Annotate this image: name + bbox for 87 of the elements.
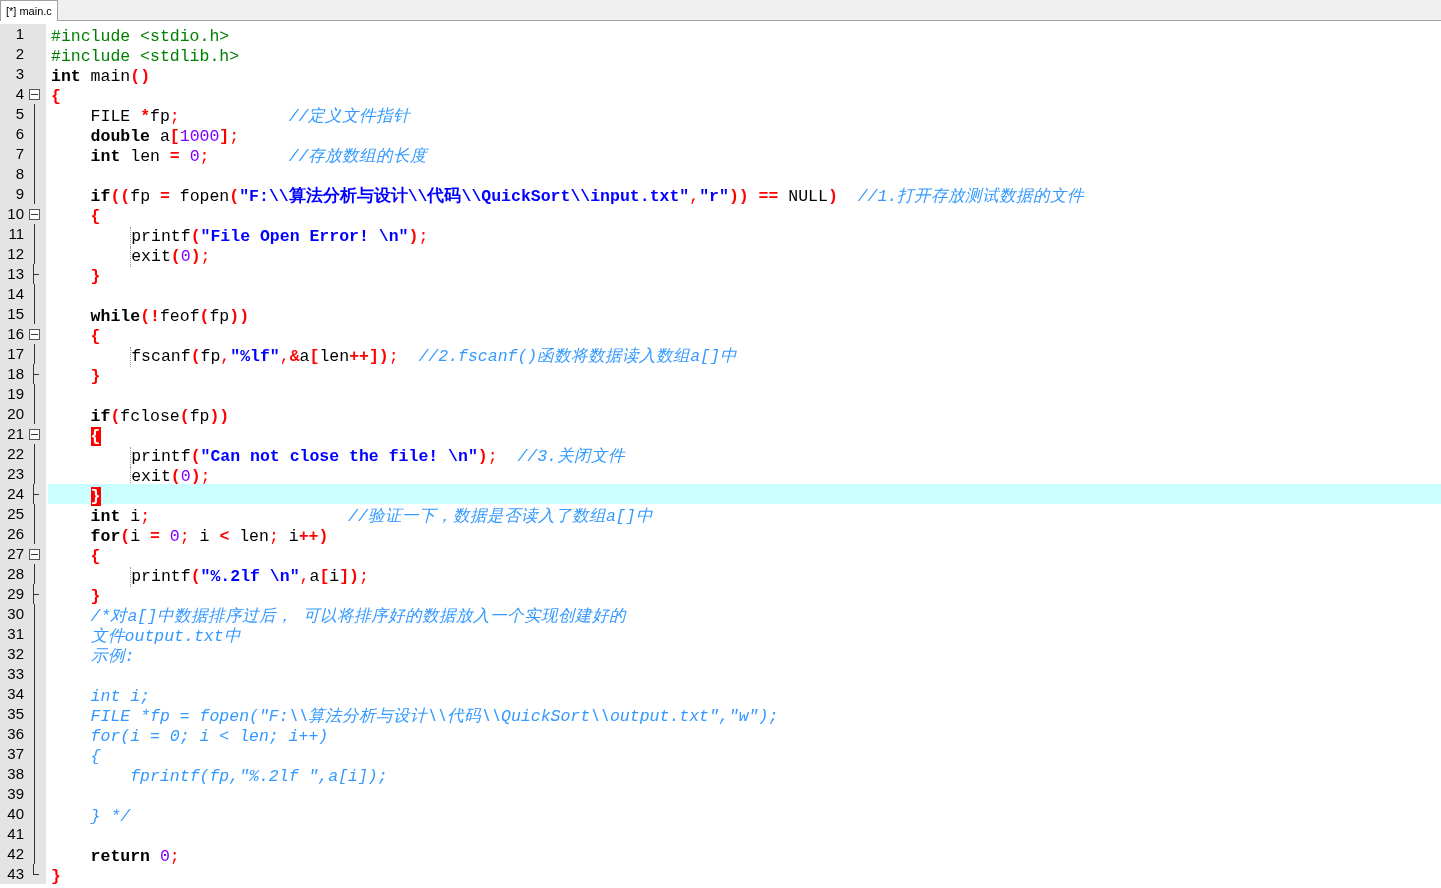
code-line: { xyxy=(90,747,101,767)
line-number: 8 xyxy=(14,164,24,184)
code-line: int len = 0; //存放数组的长度 xyxy=(90,147,428,167)
code-line: printf("Can not close the file! \n"); //3.关闭文件 xyxy=(131,447,626,467)
line-number: 5 xyxy=(14,104,24,124)
code-line: } xyxy=(51,867,61,887)
line-number: 7 xyxy=(14,144,24,164)
line-number: 11 xyxy=(7,224,24,244)
line-number: 24 xyxy=(6,484,24,504)
fold-line xyxy=(33,564,35,584)
code-line: } xyxy=(90,367,101,387)
line-number: 20 xyxy=(6,404,24,424)
line-number: 43 xyxy=(6,864,24,884)
line-number: 35 xyxy=(6,704,24,724)
line-number: 23 xyxy=(6,464,24,484)
line-number: 37 xyxy=(6,744,24,764)
code-line: while(!feof(fp)) xyxy=(90,307,250,327)
line-number: 40 xyxy=(6,804,24,824)
code-line: { xyxy=(90,327,101,347)
line-number: 19 xyxy=(6,384,24,404)
fold-minus-icon[interactable] xyxy=(28,329,40,340)
line-number: 36 xyxy=(6,724,24,744)
code-line: 示例: xyxy=(90,647,135,667)
line-number: 6 xyxy=(14,124,24,144)
fold-minus-icon[interactable] xyxy=(28,89,40,100)
code-line: fprintf(fp,"%.2lf ",a[i]); xyxy=(130,767,388,787)
line-number: 15 xyxy=(6,304,24,324)
line-number: 16 xyxy=(6,324,24,344)
line-number: 22 xyxy=(6,444,24,464)
line-number: 31 xyxy=(6,624,24,644)
code-line: #include <stdlib.h> xyxy=(51,47,240,67)
line-number: 13 xyxy=(6,264,24,284)
code-line: } xyxy=(90,267,101,287)
line-number: 38 xyxy=(6,764,24,784)
line-number: 30 xyxy=(6,604,24,624)
code-line: if(fclose(fp)) xyxy=(90,407,230,427)
code-line: } xyxy=(90,587,101,607)
fold-minus-icon[interactable] xyxy=(28,209,40,220)
code-line: int i; //验证一下，数据是否读入了数组a[]中 xyxy=(90,507,653,527)
line-number: 25 xyxy=(6,504,24,524)
code-line: FILE *fp = fopen("F:\\算法分析与设计\\代码\\QuickSort\\output.txt","w"); xyxy=(90,707,779,727)
line-number: 12 xyxy=(6,244,24,264)
code-line: fscanf(fp,"%lf",&a[len++]); //2.fscanf()函数将数据读入数组a[]中 xyxy=(131,347,737,367)
line-number: 32 xyxy=(6,644,24,664)
code-line: int main() xyxy=(51,67,151,87)
line-number: 27 xyxy=(6,544,24,564)
line-number: 18 xyxy=(6,364,24,384)
code-line: FILE *fp; //定义文件指针 xyxy=(90,107,411,127)
line-number: 4 xyxy=(14,84,24,104)
line-number: 14 xyxy=(6,284,24,304)
code-line: exit(0); xyxy=(131,467,211,487)
code-line: int i; xyxy=(90,687,151,707)
code-line: { xyxy=(51,87,61,107)
fold-minus-icon[interactable] xyxy=(28,549,40,560)
fold-line xyxy=(33,344,35,364)
code-line: { xyxy=(90,547,101,567)
file-tab[interactable]: [*] main.c xyxy=(0,0,58,21)
code-line: exit(0); xyxy=(131,247,211,267)
code-line: #include <stdio.h> xyxy=(51,27,230,47)
fold-end-line xyxy=(33,864,39,875)
line-number: 39 xyxy=(6,784,24,804)
code-line: printf("File Open Error! \n"); xyxy=(131,227,429,247)
line-number: 42 xyxy=(6,844,24,864)
code-line: } */ xyxy=(90,807,131,827)
code-line: { xyxy=(90,207,101,227)
code-line: for(i = 0; i < len; i++) xyxy=(90,727,329,747)
line-number: 17 xyxy=(6,344,24,364)
code-line: /*对a[]中数据排序过后， 可以将排序好的数据放入一个实现创建好的 xyxy=(90,607,627,627)
line-number: 9 xyxy=(14,184,24,204)
code-line: 文件output.txt中 xyxy=(90,627,241,647)
line-number: 2 xyxy=(14,44,24,64)
line-number: 3 xyxy=(14,64,24,84)
line-number: 34 xyxy=(6,684,24,704)
code-line: printf("%.2lf \n",a[i]); xyxy=(131,567,369,587)
code-line: double a[1000]; xyxy=(90,127,240,147)
line-number: 41 xyxy=(6,824,24,844)
line-number: 29 xyxy=(6,584,24,604)
code-line: return 0; xyxy=(90,847,180,867)
line-number: 33 xyxy=(6,664,24,684)
line-number: 21 xyxy=(6,424,24,444)
line-number: 28 xyxy=(6,564,24,584)
code-line: if((fp = fopen("F:\\算法分析与设计\\代码\\QuickSort\\input.txt","r")) == NULL) //1.打开存放测试数据的文件 xyxy=(90,187,1085,207)
line-number: 1 xyxy=(14,24,24,44)
code-line: for(i = 0; i < len; i++) xyxy=(90,527,329,547)
line-number: 26 xyxy=(6,524,24,544)
fold-minus-icon[interactable] xyxy=(28,429,40,440)
line-number: 10 xyxy=(6,204,24,224)
